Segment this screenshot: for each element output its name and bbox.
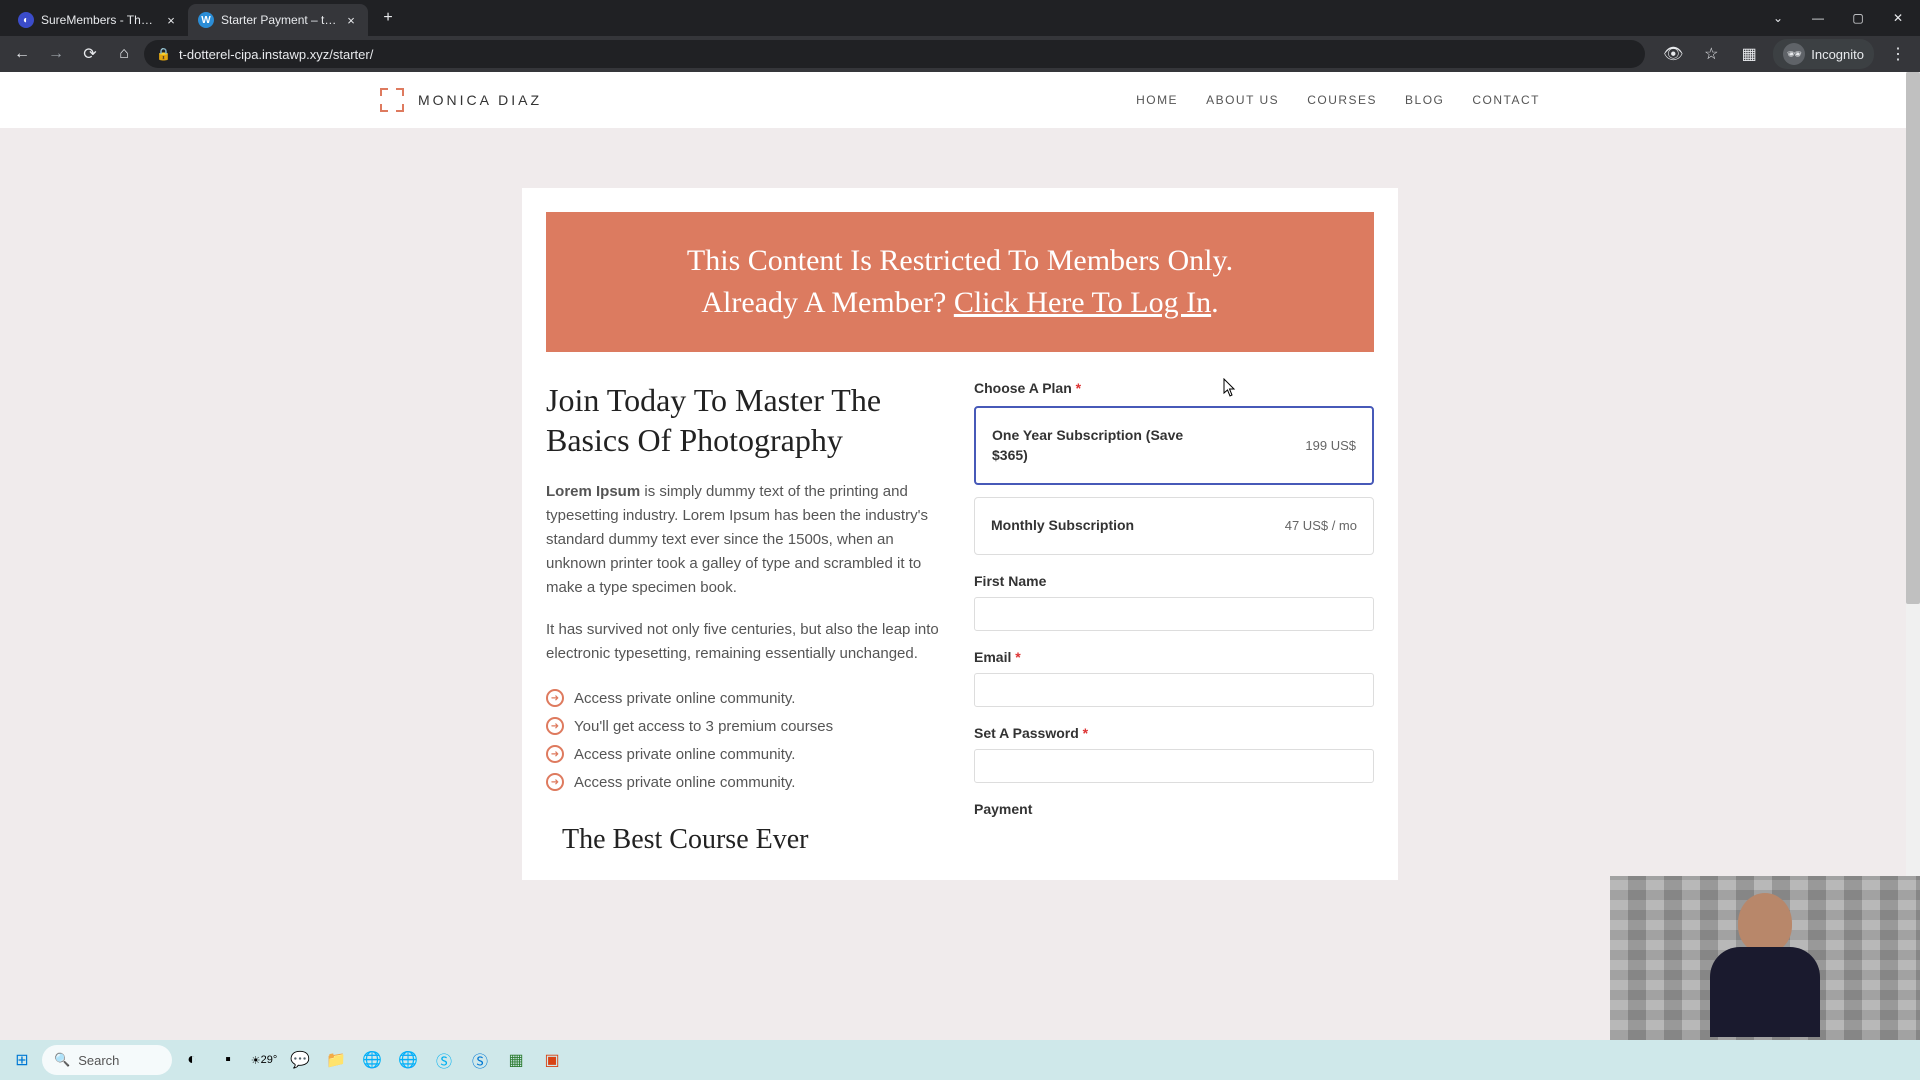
arrow-circle-icon: ➜ bbox=[546, 745, 564, 763]
nav-about[interactable]: ABOUT US bbox=[1206, 93, 1279, 107]
edge-icon[interactable]: 🌐 bbox=[392, 1044, 424, 1076]
nav-courses[interactable]: COURSES bbox=[1307, 93, 1377, 107]
left-column: Join Today To Master The Basics Of Photo… bbox=[546, 380, 946, 856]
extensions-icon[interactable]: ▦ bbox=[1735, 40, 1763, 68]
toolbar-right: 👁 ☆ ▦ 🕶 Incognito ⋮ bbox=[1651, 39, 1912, 69]
plan-option-yearly[interactable]: One Year Subscription (Save $365) 199 US… bbox=[974, 406, 1374, 485]
nav-home[interactable]: HOME bbox=[1136, 93, 1178, 107]
list-item: ➜Access private online community. bbox=[546, 740, 946, 768]
window-controls: ⌄ — ▢ ✕ bbox=[1760, 3, 1920, 33]
email-field[interactable] bbox=[974, 673, 1374, 707]
picture-in-picture[interactable] bbox=[1610, 876, 1920, 1040]
plan-price: 47 US$ / mo bbox=[1285, 518, 1357, 533]
favicon-icon: ◐ bbox=[18, 12, 34, 28]
taskbar-app-icon[interactable]: ▦ bbox=[500, 1044, 532, 1076]
chrome-icon[interactable]: 🌐 bbox=[356, 1044, 388, 1076]
taskbar-search[interactable]: 🔍 Search bbox=[42, 1045, 172, 1075]
skype-icon[interactable]: Ⓢ bbox=[428, 1044, 460, 1076]
incognito-badge[interactable]: 🕶 Incognito bbox=[1773, 39, 1874, 69]
reload-button[interactable]: ⟳ bbox=[76, 40, 104, 68]
arrow-circle-icon: ➜ bbox=[546, 773, 564, 791]
logo-mark-icon bbox=[380, 88, 404, 112]
minimize-button[interactable]: — bbox=[1800, 3, 1836, 33]
site-header: MONICA DIAZ HOME ABOUT US COURSES BLOG C… bbox=[0, 72, 1920, 128]
bookmark-icon[interactable]: ☆ bbox=[1697, 40, 1725, 68]
close-icon[interactable]: × bbox=[344, 13, 358, 27]
start-button[interactable]: ⊞ bbox=[6, 1044, 38, 1076]
arrow-circle-icon: ➜ bbox=[546, 689, 564, 707]
tab-title: Starter Payment – t-dotterel-cipa bbox=[221, 13, 337, 27]
password-field[interactable] bbox=[974, 749, 1374, 783]
intro-paragraph-1: Lorem Ipsum is simply dummy text of the … bbox=[546, 480, 946, 600]
banner-line2-suffix: . bbox=[1211, 286, 1219, 319]
password-label: Set A Password * bbox=[974, 725, 1374, 741]
new-tab-button[interactable]: + bbox=[374, 4, 402, 32]
banner-line1: This Content Is Restricted To Members On… bbox=[687, 244, 1233, 277]
menu-icon[interactable]: ⋮ bbox=[1884, 40, 1912, 68]
main-nav: HOME ABOUT US COURSES BLOG CONTACT bbox=[1136, 93, 1540, 107]
list-item: ➜Access private online community. bbox=[546, 768, 946, 796]
incognito-icon: 🕶 bbox=[1783, 43, 1805, 65]
tab-suremembers[interactable]: ◐ SureMembers - The best membe × bbox=[8, 4, 188, 36]
payment-label: Payment bbox=[974, 801, 1374, 817]
restricted-banner: This Content Is Restricted To Members On… bbox=[546, 212, 1374, 352]
close-window-button[interactable]: ✕ bbox=[1880, 3, 1916, 33]
maximize-button[interactable]: ▢ bbox=[1840, 3, 1876, 33]
tab-title: SureMembers - The best membe bbox=[41, 13, 157, 27]
page-card: This Content Is Restricted To Members On… bbox=[522, 188, 1398, 880]
first-name-label: First Name bbox=[974, 573, 1374, 589]
quote-heading: The Best Course Ever bbox=[546, 824, 946, 856]
browser-chrome: ◐ SureMembers - The best membe × W Start… bbox=[0, 0, 1920, 72]
site-logo[interactable]: MONICA DIAZ bbox=[380, 88, 542, 112]
browser-toolbar: ← → ⟳ ⌂ 🔒 t-dotterel-cipa.instawp.xyz/st… bbox=[0, 36, 1920, 72]
home-button[interactable]: ⌂ bbox=[110, 40, 138, 68]
brand-name: MONICA DIAZ bbox=[418, 92, 542, 108]
plan-option-monthly[interactable]: Monthly Subscription 47 US$ / mo bbox=[974, 497, 1374, 555]
presenter-silhouette bbox=[1705, 893, 1825, 1040]
banner-line2-prefix: Already A Member? bbox=[701, 286, 953, 319]
taskbar-app-icon[interactable]: ▣ bbox=[536, 1044, 568, 1076]
list-item: ➜Access private online community. bbox=[546, 684, 946, 712]
scroll-thumb[interactable] bbox=[1906, 72, 1920, 604]
plan-name: Monthly Subscription bbox=[991, 516, 1134, 536]
close-icon[interactable]: × bbox=[164, 13, 178, 27]
page-viewport: MONICA DIAZ HOME ABOUT US COURSES BLOG C… bbox=[0, 72, 1920, 1040]
page-heading: Join Today To Master The Basics Of Photo… bbox=[546, 380, 946, 460]
address-bar[interactable]: 🔒 t-dotterel-cipa.instawp.xyz/starter/ bbox=[144, 40, 1645, 68]
weather-widget[interactable]: ☀29° bbox=[248, 1044, 280, 1076]
login-link[interactable]: Click Here To Log In bbox=[954, 286, 1211, 319]
content-row: Join Today To Master The Basics Of Photo… bbox=[546, 380, 1374, 856]
chevron-down-icon[interactable]: ⌄ bbox=[1760, 3, 1796, 33]
signup-form: Choose A Plan * One Year Subscription (S… bbox=[974, 380, 1374, 856]
nav-contact[interactable]: CONTACT bbox=[1472, 93, 1540, 107]
task-view-icon[interactable]: ◐ bbox=[176, 1044, 208, 1076]
list-item: ➜You'll get access to 3 premium courses bbox=[546, 712, 946, 740]
lock-icon: 🔒 bbox=[156, 47, 171, 61]
url-text: t-dotterel-cipa.instawp.xyz/starter/ bbox=[179, 47, 1633, 62]
tab-starter-payment[interactable]: W Starter Payment – t-dotterel-cipa × bbox=[188, 4, 368, 36]
feature-list: ➜Access private online community. ➜You'l… bbox=[546, 684, 946, 796]
file-explorer-icon[interactable]: 📁 bbox=[320, 1044, 352, 1076]
eye-off-icon[interactable]: 👁 bbox=[1659, 40, 1687, 68]
windows-taskbar: ⊞ 🔍 Search ◐ ▪ ☀29° 💬 📁 🌐 🌐 Ⓢ Ⓢ ▦ ▣ bbox=[0, 1040, 1920, 1080]
back-button[interactable]: ← bbox=[8, 40, 36, 68]
mouse-cursor bbox=[1223, 378, 1237, 398]
nav-blog[interactable]: BLOG bbox=[1405, 93, 1444, 107]
search-placeholder: Search bbox=[78, 1053, 119, 1068]
intro-paragraph-2: It has survived not only five centuries,… bbox=[546, 618, 946, 666]
plan-price: 199 US$ bbox=[1305, 438, 1356, 453]
email-label: Email * bbox=[974, 649, 1374, 665]
arrow-circle-icon: ➜ bbox=[546, 717, 564, 735]
search-icon: 🔍 bbox=[54, 1052, 70, 1068]
taskbar-app-icon[interactable]: Ⓢ bbox=[464, 1044, 496, 1076]
favicon-icon: W bbox=[198, 12, 214, 28]
incognito-label: Incognito bbox=[1811, 47, 1864, 62]
plan-label: Choose A Plan * bbox=[974, 380, 1374, 396]
forward-button[interactable]: → bbox=[42, 40, 70, 68]
taskbar-app-icon[interactable]: 💬 bbox=[284, 1044, 316, 1076]
tab-bar: ◐ SureMembers - The best membe × W Start… bbox=[0, 0, 1920, 36]
first-name-field[interactable] bbox=[974, 597, 1374, 631]
plan-name: One Year Subscription (Save $365) bbox=[992, 426, 1192, 465]
taskbar-app-icon[interactable]: ▪ bbox=[212, 1044, 244, 1076]
